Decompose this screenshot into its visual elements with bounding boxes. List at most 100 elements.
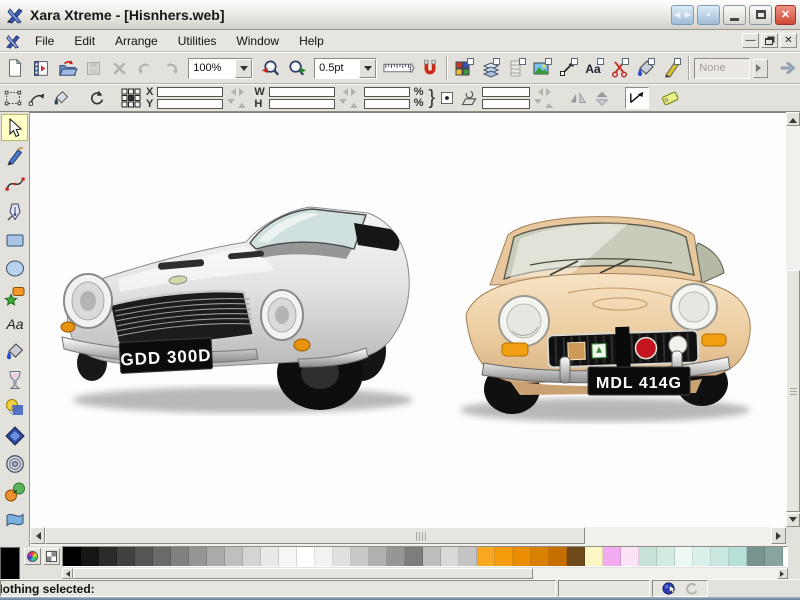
palette-swatch[interactable]: [81, 547, 99, 566]
previous-zoom-button[interactable]: [258, 55, 283, 81]
palette-swatch[interactable]: [225, 547, 243, 566]
palette-swatch[interactable]: [495, 547, 513, 566]
mdi-close-button[interactable]: ✕: [780, 33, 797, 48]
frame-gallery-button[interactable]: [504, 55, 529, 81]
palette-swatch[interactable]: [153, 547, 171, 566]
shadow-tool[interactable]: [1, 394, 28, 421]
bitmap-gallery-button[interactable]: [530, 55, 555, 81]
height-input[interactable]: [269, 99, 335, 109]
palette-swatch[interactable]: [441, 547, 459, 566]
tan-car-drawing[interactable]: MDL 414G: [450, 191, 766, 428]
snap-to-objects-button[interactable]: [417, 55, 442, 81]
open-file-button[interactable]: [55, 55, 80, 81]
palette-scroll-left-button[interactable]: [62, 568, 73, 579]
bevel-tool[interactable]: [1, 422, 28, 449]
clipart-gallery-button[interactable]: [608, 55, 633, 81]
pen-tool[interactable]: [1, 198, 28, 225]
palette-swatch[interactable]: [189, 547, 207, 566]
rotate-90-button[interactable]: [86, 87, 108, 109]
size-spinners[interactable]: [337, 88, 362, 108]
palette-swatch[interactable]: [279, 547, 297, 566]
live-drag-indicator-icon[interactable]: [662, 581, 677, 596]
menu-edit[interactable]: Edit: [64, 31, 105, 51]
palette-swatch[interactable]: [477, 547, 495, 566]
undo-button[interactable]: [132, 55, 157, 81]
zoom-tool-button[interactable]: [284, 55, 309, 81]
bounds-selection-button[interactable]: [2, 87, 24, 109]
palette-swatch[interactable]: [639, 547, 657, 566]
transparency-tool[interactable]: [1, 366, 28, 393]
menu-utilities[interactable]: Utilities: [168, 31, 227, 51]
line-width-combo[interactable]: 0.5pt: [314, 58, 377, 79]
minimize-button[interactable]: [723, 5, 746, 25]
palette-swatch[interactable]: [117, 547, 135, 566]
palette-swatch[interactable]: [459, 547, 477, 566]
palette-scroll-thumb[interactable]: [73, 568, 533, 579]
palette-swatch[interactable]: [675, 547, 693, 566]
palette-swatch[interactable]: [387, 547, 405, 566]
silver-car-drawing[interactable]: GDD 300D: [58, 179, 424, 421]
skew-spinners[interactable]: [532, 88, 557, 108]
fill-edit-button[interactable]: [50, 87, 72, 109]
scroll-up-button[interactable]: [786, 112, 800, 126]
delete-button[interactable]: [107, 55, 132, 81]
palette-swatch[interactable]: [405, 547, 423, 566]
lock-aspect-button[interactable]: [438, 87, 456, 109]
titlebar-extra-button-1[interactable]: ◄►: [671, 5, 694, 25]
vertical-scroll-thumb[interactable]: [786, 270, 800, 512]
fill-tool[interactable]: [1, 338, 28, 365]
palette-swatch[interactable]: [603, 547, 621, 566]
text-tool[interactable]: Aa: [1, 310, 28, 337]
vertical-scrollbar[interactable]: [786, 112, 800, 527]
mdi-restore-button[interactable]: [761, 33, 778, 48]
zoom-combo[interactable]: 100%: [188, 58, 253, 79]
palette-swatch[interactable]: [171, 547, 189, 566]
palette-swatch[interactable]: [693, 547, 711, 566]
menu-file[interactable]: File: [25, 31, 64, 51]
menu-help[interactable]: Help: [289, 31, 334, 51]
fill-gallery-button[interactable]: [633, 55, 658, 81]
palette-swatch[interactable]: [63, 547, 81, 566]
line-gallery-button[interactable]: [556, 55, 581, 81]
palette-swatch[interactable]: [423, 547, 441, 566]
freehand-tool[interactable]: [1, 142, 28, 169]
palette-swatch[interactable]: [585, 547, 603, 566]
scroll-left-button[interactable]: [30, 527, 45, 544]
palette-swatch[interactable]: [261, 547, 279, 566]
width-input[interactable]: [269, 87, 335, 97]
more-tools-arrow-icon[interactable]: [775, 55, 800, 81]
style-dropdown-button[interactable]: [753, 59, 768, 78]
flip-vertical-button[interactable]: [591, 87, 613, 109]
name-tag-button[interactable]: [659, 87, 681, 109]
selector-tool[interactable]: [1, 114, 28, 141]
palette-swatch[interactable]: [243, 547, 261, 566]
new-document-button[interactable]: [3, 55, 28, 81]
zoom-dropdown-button[interactable]: [235, 59, 252, 78]
height-scale-input[interactable]: [364, 99, 410, 109]
skew-button[interactable]: [458, 87, 480, 109]
width-scale-input[interactable]: [364, 87, 410, 97]
menu-arrange[interactable]: Arrange: [105, 31, 168, 51]
palette-swatch[interactable]: [531, 547, 549, 566]
contour-tool[interactable]: [1, 450, 28, 477]
palette-scroll-right-button[interactable]: [777, 568, 788, 579]
shape-editor-tool[interactable]: [1, 170, 28, 197]
rotate-handles-button[interactable]: [26, 87, 48, 109]
skew-v-input[interactable]: [482, 99, 530, 109]
line-width-dropdown-button[interactable]: [359, 59, 376, 78]
scroll-down-button[interactable]: [786, 513, 800, 527]
position-spinners[interactable]: [225, 88, 250, 108]
palette-swatch[interactable]: [135, 547, 153, 566]
palette-swatch[interactable]: [621, 547, 639, 566]
palette-swatch[interactable]: [765, 547, 783, 566]
palette-swatch[interactable]: [729, 547, 747, 566]
color-editor-button[interactable]: [24, 548, 41, 565]
quickshape-tool[interactable]: [1, 282, 28, 309]
palette-swatch[interactable]: [567, 547, 585, 566]
ellipse-tool[interactable]: [1, 254, 28, 281]
horizontal-scrollbar[interactable]: [30, 527, 786, 546]
horizontal-scroll-thumb[interactable]: [45, 527, 585, 544]
palette-swatch[interactable]: [657, 547, 675, 566]
skew-h-input[interactable]: [482, 87, 530, 97]
mdi-minimize-button[interactable]: —: [742, 33, 759, 48]
